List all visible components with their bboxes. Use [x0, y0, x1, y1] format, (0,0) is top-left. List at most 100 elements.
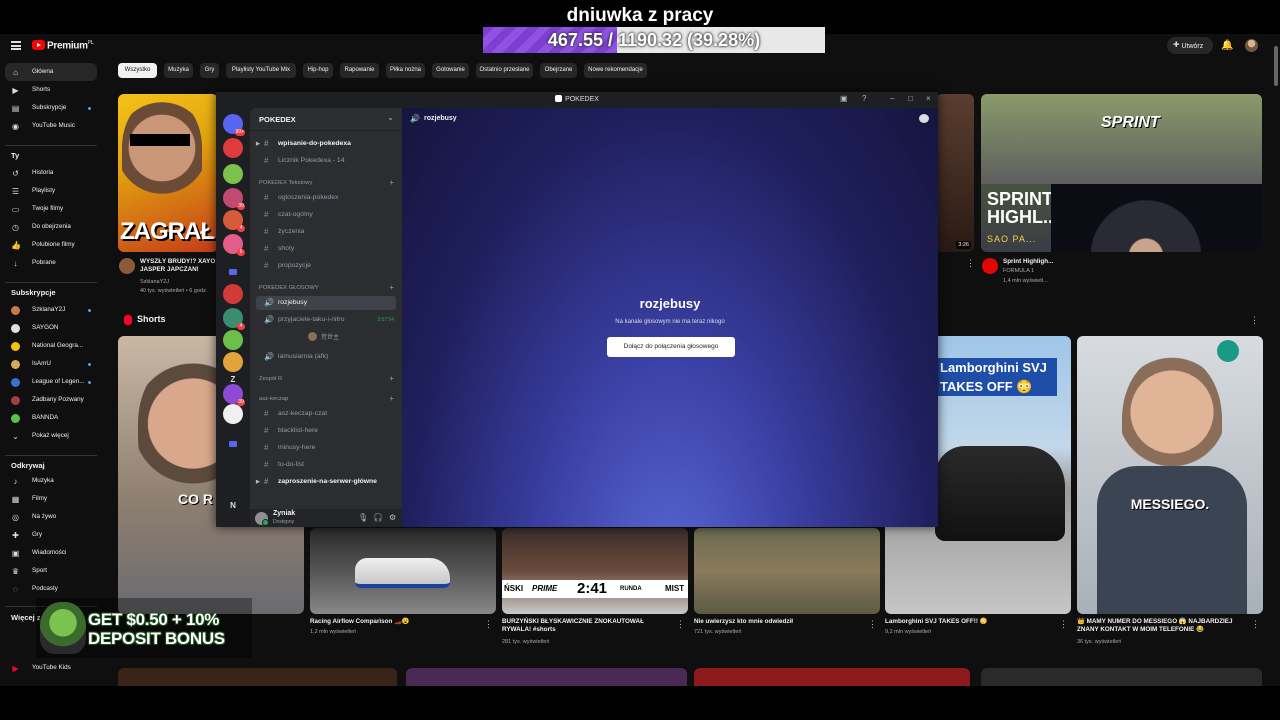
text-channel[interactable]: # życzenia: [256, 225, 396, 239]
account-avatar[interactable]: [1245, 39, 1258, 52]
video-thumbnail[interactable]: [118, 668, 397, 686]
short-title[interactable]: 👑 MAMY NUMER DO MESSIEGO 😱 NAJBARDZIEJ Z…: [1077, 618, 1249, 634]
youtube-brand[interactable]: PremiumPL: [47, 40, 94, 51]
short-menu-icon[interactable]: ⋮: [1251, 619, 1260, 630]
video-channel[interactable]: SzklanaY2J: [140, 279, 169, 286]
text-channel[interactable]: # blacklist-here: [256, 424, 396, 438]
user-name[interactable]: Zyniak: [273, 510, 295, 517]
server-icon[interactable]: [223, 404, 243, 424]
add-channel-icon[interactable]: +: [389, 394, 394, 403]
maximize-icon[interactable]: □: [908, 94, 913, 103]
category-label[interactable]: POKEDEX GŁOSOWY: [259, 285, 319, 291]
sidebar-heading-you[interactable]: Ty: [11, 151, 19, 160]
channel-wpisanie[interactable]: ▶ # wpisanie-do-pokedexa: [256, 137, 396, 151]
server-icon[interactable]: [223, 138, 243, 158]
youtube-logo-icon[interactable]: [32, 40, 45, 50]
folder-icon[interactable]: [229, 441, 237, 447]
voice-channel-rozjebusy[interactable]: 🔊 rozjebusy: [256, 296, 396, 310]
video-title[interactable]: WYSZŁY BRUDY!? XAYO JASPER JAPCZAN! SZK.…: [140, 258, 216, 274]
server-icon[interactable]: [223, 330, 243, 350]
sidebar-item-nav-0[interactable]: ⌂ Główna: [5, 63, 97, 81]
server-icon[interactable]: 39: [223, 188, 245, 210]
category-label[interactable]: POKEDEX Tekstowy: [259, 180, 312, 186]
help-icon[interactable]: ?: [862, 94, 866, 103]
short-thumbnail[interactable]: ŃSKI PRIME 2:41 RUNDA MIST: [502, 528, 688, 614]
server-letter-icon[interactable]: Z: [223, 375, 243, 384]
video-thumbnail[interactable]: SPRINT SPRINT HIGHL... SAO PA...: [981, 94, 1262, 252]
chip-10[interactable]: Nowe rekomendacje: [584, 63, 647, 78]
text-channel[interactable]: # minusy-here: [256, 441, 396, 455]
close-icon[interactable]: ×: [926, 94, 931, 103]
short-thumbnail[interactable]: [310, 528, 496, 614]
sidebar-item-explore-5[interactable]: ♛ Sport: [5, 562, 97, 580]
text-channel[interactable]: # ogloszenia-pokedex: [256, 191, 396, 205]
sidebar-item-sub-5[interactable]: Zadbany Pozwany: [5, 391, 97, 409]
video-channel[interactable]: FORMULA 1: [1003, 268, 1034, 275]
short-title[interactable]: Nie uwierzysz kto mnie odwiedził: [694, 618, 864, 626]
sidebar-item-sub-0[interactable]: SzklanaY2J: [5, 301, 97, 319]
sidebar-item-sub-3[interactable]: IsAmU: [5, 355, 97, 373]
folder-icon[interactable]: [229, 269, 237, 275]
sidebar-item-sub-4[interactable]: League of Legen...: [5, 373, 97, 391]
short-title[interactable]: BURZYŃSKI BŁYSKAWICZNIE ZNOKAUTOWAŁ RYWA…: [502, 618, 672, 634]
sidebar-item-sub-6[interactable]: BANNDA: [5, 409, 97, 427]
sidebar-item-explore-0[interactable]: ♪ Muzyka: [5, 472, 97, 490]
sidebar-item-sub-7[interactable]: ⌄ Pokaż więcej: [5, 427, 97, 445]
sidebar-item-you-4[interactable]: 👍 Polubione filmy: [5, 236, 97, 254]
add-channel-icon[interactable]: +: [389, 178, 394, 187]
sidebar-item-sub-1[interactable]: SAYGON: [5, 319, 97, 337]
chip-0[interactable]: Wszystko: [118, 63, 157, 78]
text-channel[interactable]: # asz-keczap-czat: [256, 407, 396, 421]
chip-5[interactable]: Rapowanie: [340, 63, 379, 78]
sidebar-item-you-3[interactable]: ◷ Do obejrzenia: [5, 218, 97, 236]
settings-gear-icon[interactable]: ⚙: [389, 513, 396, 522]
sidebar-item-you-0[interactable]: ↺ Historia: [5, 164, 97, 182]
video-thumbnail[interactable]: [981, 668, 1262, 686]
category-label[interactable]: Zespół R: [259, 376, 282, 382]
sidebar-heading-explore[interactable]: Odkrywaj: [11, 461, 45, 470]
server-letter-icon[interactable]: N: [223, 501, 243, 510]
chip-4[interactable]: Hip-hop: [303, 63, 333, 78]
headphones-icon[interactable]: 🎧: [373, 513, 383, 522]
short-thumbnail[interactable]: [694, 528, 880, 614]
chip-6[interactable]: Piłka nożna: [386, 63, 425, 78]
channel-avatar[interactable]: [982, 258, 998, 274]
server-icon[interactable]: 6: [223, 234, 245, 256]
voice-channel[interactable]: 🔊 przyjaciele-taku-i-nitro 3:57:54: [256, 313, 396, 327]
server-icon[interactable]: 4: [223, 308, 245, 330]
video-thumbnail[interactable]: [406, 668, 687, 686]
sidebar-item-nav-2[interactable]: ▤ Subskrypcje: [5, 99, 97, 117]
chip-1[interactable]: Muzyka: [164, 63, 193, 78]
text-channel[interactable]: ▶ # zaproszenie-na-serwer-główne: [256, 475, 396, 489]
sidebar-item-nav-3[interactable]: ◉ YouTube Music: [5, 117, 97, 135]
minimize-icon[interactable]: –: [890, 94, 894, 103]
sidebar-item-explore-2[interactable]: ◎ Na żywo: [5, 508, 97, 526]
category-label[interactable]: asz-keczap: [259, 396, 288, 402]
sidebar-item-nav-1[interactable]: ▶ Shorts: [5, 81, 97, 99]
chevron-down-icon[interactable]: ⌄: [387, 113, 394, 122]
short-menu-icon[interactable]: ⋮: [484, 619, 493, 630]
chip-9[interactable]: Obejrzane: [540, 63, 577, 78]
channel-avatar[interactable]: [119, 258, 135, 274]
add-channel-icon[interactable]: +: [389, 283, 394, 292]
chat-bubble-icon[interactable]: [919, 114, 929, 123]
voice-channel-afk[interactable]: 🔊 lamusiarnia (afk): [256, 350, 396, 364]
text-channel[interactable]: # shoty: [256, 242, 396, 256]
short-title[interactable]: Racing Airflow Comparison 🏎️😮: [310, 618, 480, 626]
short-menu-icon[interactable]: ⋮: [868, 619, 877, 630]
page-scrollbar[interactable]: [1272, 34, 1280, 686]
text-channel[interactable]: # czat-ogólny: [256, 208, 396, 222]
server-icon[interactable]: [223, 284, 243, 304]
sidebar-item-explore-6[interactable]: ◌ Podcasty: [5, 580, 97, 598]
short-title[interactable]: Lamborghini SVJ TAKES OFF!! 😳: [885, 618, 1055, 626]
short-menu-icon[interactable]: ⋮: [1059, 619, 1068, 630]
chip-7[interactable]: Gotowanie: [432, 63, 469, 78]
server-icon[interactable]: 4: [223, 210, 245, 232]
server-icon[interactable]: [223, 352, 243, 372]
sidebar-item-more-0[interactable]: ▶ YouTube Kids: [5, 659, 97, 677]
chip-3[interactable]: Playlisty YouTube Mix: [226, 63, 296, 78]
sidebar-item-sub-2[interactable]: National Geogra...: [5, 337, 97, 355]
page-scrollbar-thumb[interactable]: [1274, 46, 1278, 86]
sidebar-item-you-2[interactable]: ▭ Twoje filmy: [5, 200, 97, 218]
sidebar-item-explore-4[interactable]: ▣ Wiadomości: [5, 544, 97, 562]
